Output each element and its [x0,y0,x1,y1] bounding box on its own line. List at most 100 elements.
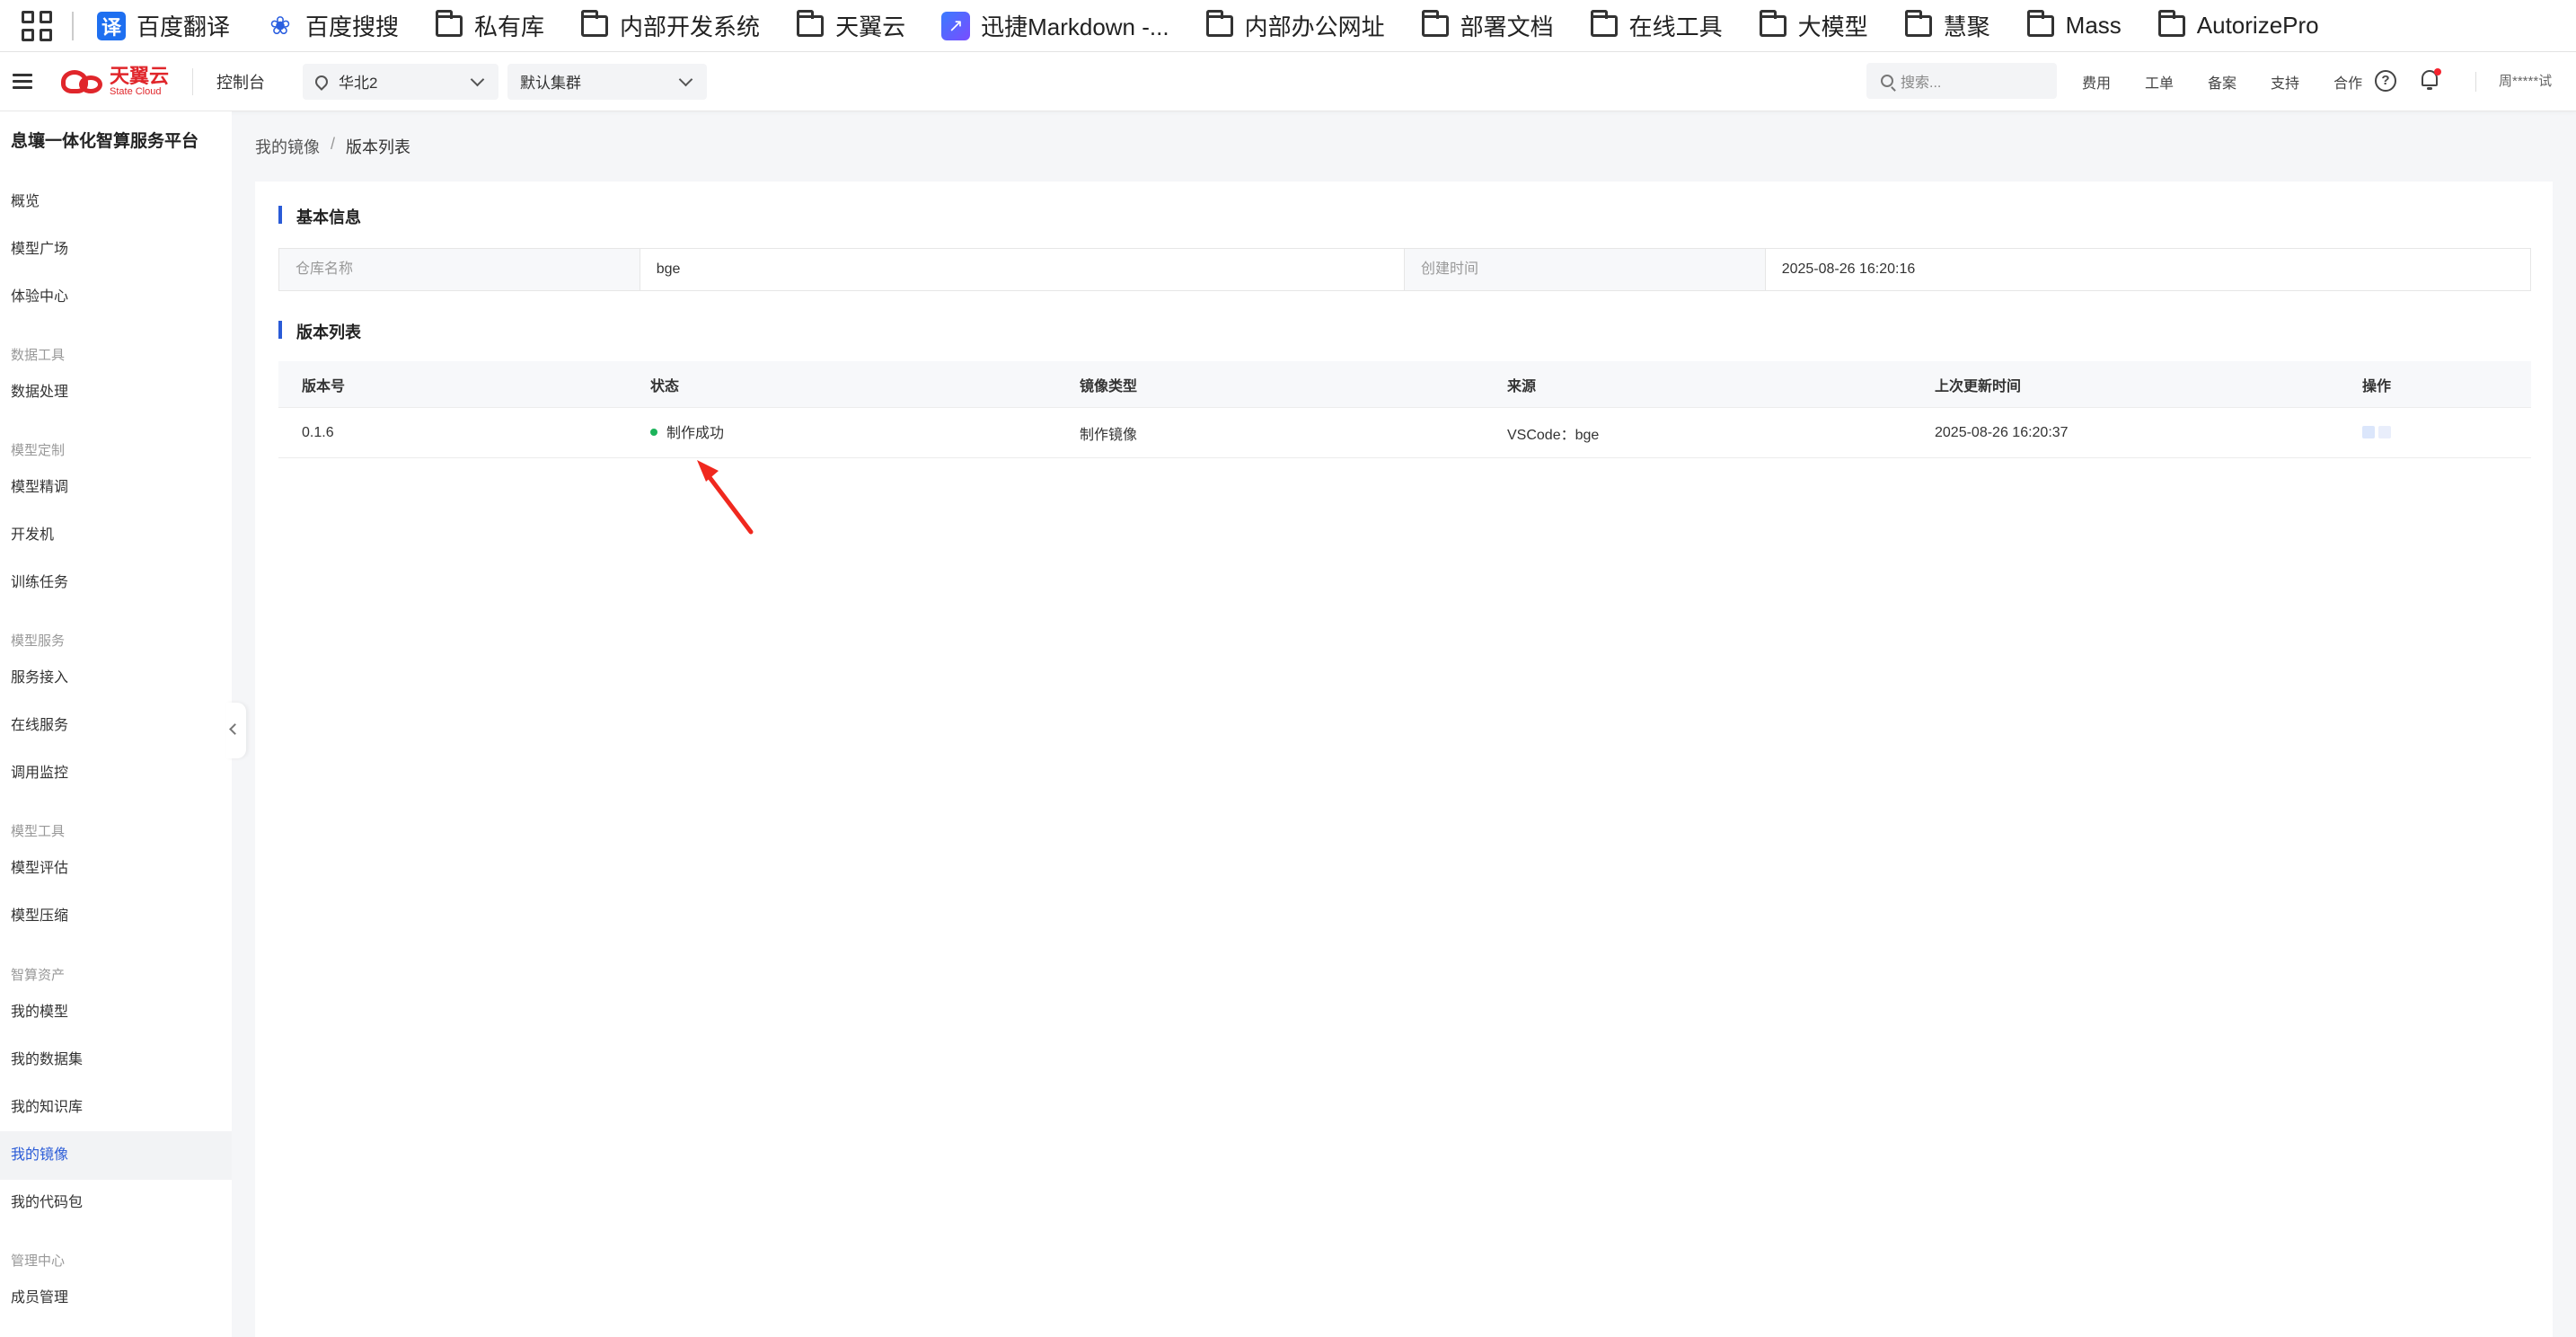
bookmark-folder-autorizepro[interactable]: AutorizePro [2157,9,2319,40]
sidebar-item-my-models[interactable]: 我的模型 [0,988,232,1037]
bookmark-markdown[interactable]: ↗ 迅捷Markdown -... [941,9,1169,42]
folder-icon [1590,9,1619,40]
row-actions [2362,426,2395,438]
sidebar-group-model-services: 模型服务 [11,633,66,649]
bookmark-label: 大模型 [1797,13,1868,40]
folder-icon [1421,9,1450,40]
search-input[interactable]: 搜索... [1866,63,2057,99]
header-link-support[interactable]: 支持 [2271,71,2299,93]
basic-info-table: 仓库名称 bge 创建时间 2025-08-26 16:20:16 [278,248,2531,291]
header-link-partner[interactable]: 合作 [2333,71,2362,93]
bookmark-folder-private-repo[interactable]: 私有库 [435,9,544,42]
sidebar-item-dev-machine[interactable]: 开发机 [0,511,232,560]
table-row: 0.1.6 制作成功 制作镜像 VSCode：bge 2025-08-26 16… [278,408,2531,458]
bookmark-label: 慧聚 [1943,13,1990,40]
version-value: 0.1.6 [302,424,334,440]
sidebar-item-service-access[interactable]: 服务接入 [0,654,232,703]
paw-icon: ❀ [269,12,291,40]
sidebar-item-member-management[interactable]: 成员管理 [0,1274,232,1323]
col-image-type: 镜像类型 [1080,378,1138,394]
folder-icon [2026,9,2055,40]
sidebar-item-my-datasets[interactable]: 我的数据集 [0,1036,232,1085]
sidebar-item-call-monitoring[interactable]: 调用监控 [0,749,232,798]
sidebar-item-model-compression[interactable]: 模型压缩 [0,892,232,941]
bookmark-label: 私有库 [474,13,545,40]
sidebar-item-my-knowledge-base[interactable]: 我的知识库 [0,1084,232,1132]
console-link[interactable]: 控制台 [216,70,265,93]
breadcrumb-separator: / [331,135,336,153]
bookmark-folder-online-tools[interactable]: 在线工具 [1590,9,1723,42]
sidebar-group-data-tools: 数据工具 [11,348,66,363]
action-delete-icon[interactable] [2378,426,2391,438]
sidebar-item-my-code-packages[interactable]: 我的代码包 [0,1179,232,1227]
bookmark-folder-tianyi[interactable]: 天翼云 [796,9,905,42]
help-icon[interactable]: ? [2375,70,2396,92]
logo-text-en: State Cloud [110,85,162,97]
header-link-billing[interactable]: 费用 [2082,71,2111,93]
bookmark-baidu-translate[interactable]: 译百度翻译 [97,9,230,42]
breadcrumb: 我的镜像 / 版本列表 [255,135,410,158]
cluster-value: 默认集群 [520,75,582,92]
repo-name-value: bge [640,249,1405,290]
sidebar: 息壤一体化智算服务平台 概览 模型广场 体验中心 数据工具 数据处理 模型定制 … [0,111,232,1337]
bookmarks-separator [72,11,74,40]
bookmark-folder-mass[interactable]: Mass [2026,9,2122,40]
folder-icon [435,9,463,40]
bookmark-folder-internal-dev[interactable]: 内部开发系统 [580,9,760,42]
main-card: 基本信息 仓库名称 bge 创建时间 2025-08-26 16:20:16 版… [255,182,2553,1337]
created-time-label: 创建时间 [1405,249,1766,290]
bookmark-folder-llm[interactable]: 大模型 [1759,9,1868,42]
folder-icon [1904,9,1933,40]
menu-icon[interactable] [13,70,32,93]
notification-bell-icon[interactable] [2420,68,2441,92]
header-link-tickets[interactable]: 工单 [2145,71,2174,93]
user-divider [2475,72,2476,92]
markdown-icon: ↗ [941,11,971,40]
sidebar-collapse-button[interactable] [226,703,246,758]
col-source: 来源 [1507,378,1537,394]
user-name[interactable]: 周*****试 [2499,52,2552,111]
logo[interactable]: 天翼云 State Cloud [59,66,169,97]
chevron-down-icon [678,72,693,86]
sidebar-group-management: 管理中心 [11,1253,66,1269]
chevron-down-icon [470,72,485,86]
sidebar-item-training-tasks[interactable]: 训练任务 [0,559,232,607]
sidebar-item-model-evaluation[interactable]: 模型评估 [0,845,232,893]
sidebar-item-overview[interactable]: 概览 [0,178,232,226]
folder-icon [580,9,609,40]
col-status: 状态 [650,378,680,394]
header-link-filing[interactable]: 备案 [2208,71,2236,93]
col-updated: 上次更新时间 [1935,378,2022,394]
folder-icon [796,9,825,40]
sidebar-item-online-services[interactable]: 在线服务 [0,702,232,750]
notification-dot [2434,68,2441,75]
chevron-left-icon [229,723,241,735]
sidebar-group-compute-assets: 智算资产 [11,968,66,983]
bookmarks-bar: 译百度翻译 ❀ 百度搜搜 私有库 内部开发系统 天翼云 ↗ 迅捷Markdown -… [0,0,2576,52]
breadcrumb-current: 版本列表 [346,138,411,156]
image-type-value: 制作镜像 [1080,427,1138,443]
action-edit-icon[interactable] [2362,426,2375,438]
bookmark-label: 百度翻译 [137,13,231,40]
sidebar-item-data-processing[interactable]: 数据处理 [0,368,232,417]
status-dot [650,428,657,436]
basic-info-title: 基本信息 [278,205,361,228]
sidebar-item-model-plaza[interactable]: 模型广场 [0,226,232,274]
logo-text-cn: 天翼云 [110,64,170,87]
region-select[interactable]: 华北2 [303,63,499,100]
version-list-title: 版本列表 [278,320,361,343]
apps-grid-icon[interactable] [22,10,52,41]
cluster-select[interactable]: 默认集群 [507,63,708,100]
bookmark-label: 迅捷Markdown -... [981,13,1169,40]
bookmark-folder-office[interactable]: 内部办公网址 [1205,9,1385,42]
sidebar-item-experience-center[interactable]: 体验中心 [0,273,232,322]
bookmark-baidu-search[interactable]: ❀ 百度搜搜 [266,9,399,42]
folder-icon [2157,9,2186,40]
sidebar-item-fine-tuning[interactable]: 模型精调 [0,464,232,512]
bookmark-folder-huiju[interactable]: 慧聚 [1904,9,1990,42]
bookmark-label: 天翼云 [835,13,906,40]
sidebar-item-my-images[interactable]: 我的镜像 [0,1131,232,1180]
bookmark-folder-deploy-docs[interactable]: 部署文档 [1421,9,1554,42]
breadcrumb-my-images[interactable]: 我的镜像 [255,135,320,158]
location-pin-icon [313,72,331,91]
